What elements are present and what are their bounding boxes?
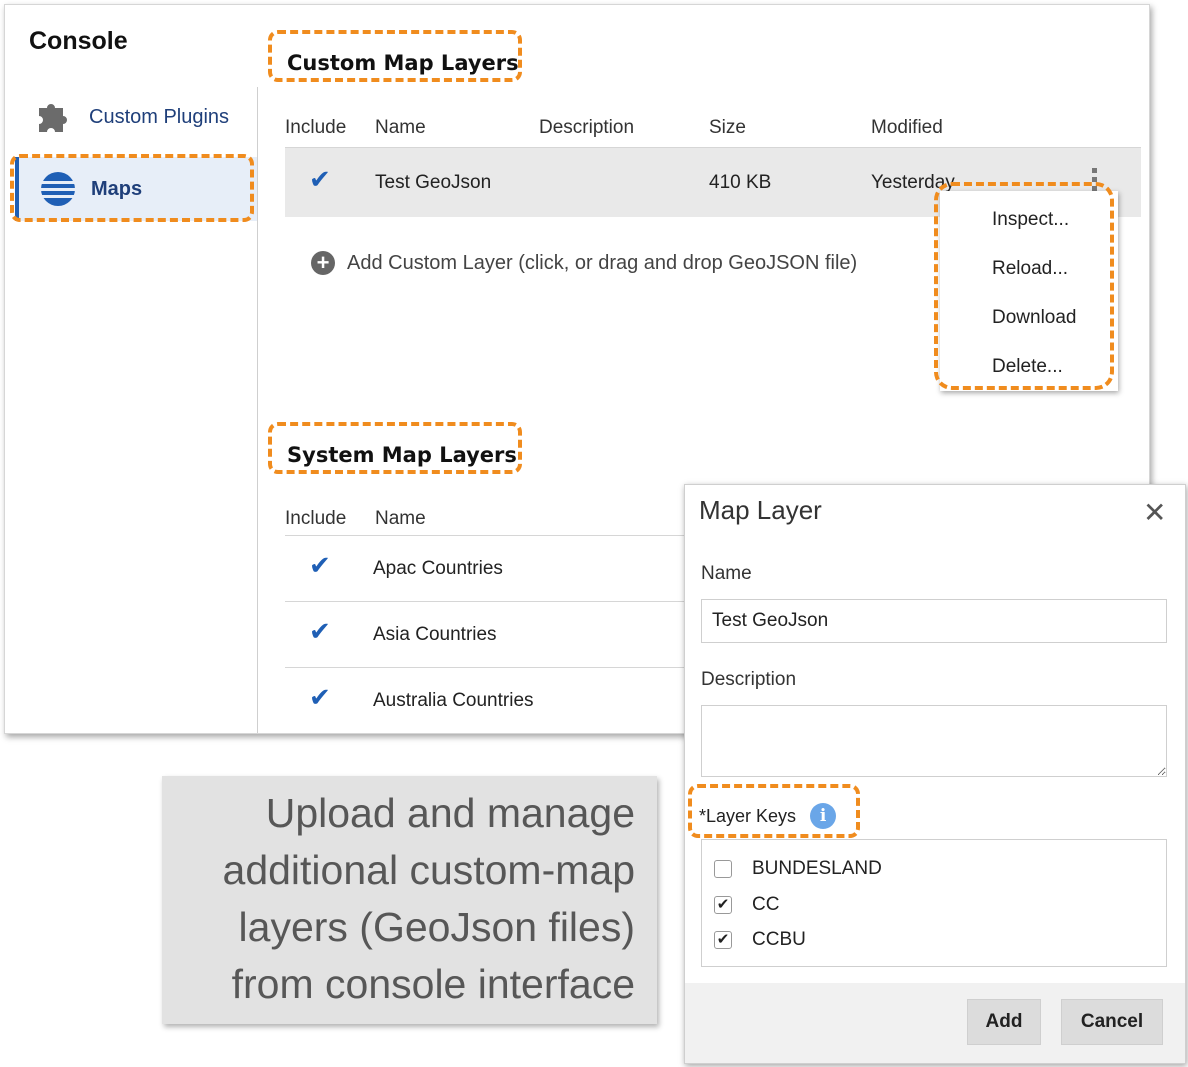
include-check-icon[interactable]: ✔ bbox=[309, 616, 331, 647]
dialog-title: Map Layer bbox=[699, 495, 822, 525]
add-custom-layer-button[interactable]: + Add Custom Layer (click, or drag and d… bbox=[311, 251, 857, 275]
table-row[interactable]: ✔ Apac Countries bbox=[285, 535, 705, 601]
layer-name: Test GeoJson bbox=[375, 172, 492, 193]
sidebar-divider bbox=[257, 87, 258, 733]
checkbox-checked[interactable]: ✔ bbox=[714, 896, 732, 914]
layer-name: Australia Countries bbox=[373, 690, 534, 711]
layer-keys-list: BUNDESLAND ✔ CC ✔ CCBU bbox=[701, 839, 1167, 967]
layer-key-item[interactable]: BUNDESLAND bbox=[714, 858, 882, 880]
include-check-icon[interactable]: ✔ bbox=[309, 164, 331, 195]
column-header-description: Description bbox=[539, 117, 635, 138]
column-header-name: Name bbox=[375, 508, 426, 529]
sidebar-item-custom-plugins[interactable]: Custom Plugins bbox=[35, 97, 229, 137]
table-row[interactable]: ✔ Australia Countries bbox=[285, 667, 705, 733]
custom-title-highlight-box bbox=[268, 30, 522, 82]
checkbox-checked[interactable]: ✔ bbox=[714, 931, 732, 949]
caption-line: additional custom-map bbox=[222, 847, 635, 893]
layer-key-label: BUNDESLAND bbox=[752, 858, 882, 879]
map-layer-dialog: Map Layer ✕ Name Description *Layer Keys… bbox=[684, 484, 1186, 1064]
maps-highlight-box bbox=[10, 154, 254, 222]
caption-line: Upload and manage bbox=[265, 790, 635, 836]
cancel-button[interactable]: Cancel bbox=[1061, 999, 1163, 1045]
checkbox[interactable] bbox=[714, 860, 732, 878]
name-input[interactable] bbox=[701, 599, 1167, 643]
layer-size: 410 KB bbox=[709, 172, 772, 193]
dialog-footer: Add Cancel bbox=[685, 983, 1185, 1063]
include-check-icon[interactable]: ✔ bbox=[309, 550, 331, 581]
column-header-modified: Modified bbox=[871, 117, 943, 138]
table-row[interactable]: ✔ Asia Countries bbox=[285, 601, 705, 667]
add-custom-layer-label: Add Custom Layer (click, or drag and dro… bbox=[347, 251, 858, 274]
caption-line: from console interface bbox=[231, 961, 635, 1007]
description-input[interactable] bbox=[701, 705, 1167, 777]
layer-key-label: CC bbox=[752, 894, 780, 915]
layer-key-label: CCBU bbox=[752, 929, 806, 950]
layer-key-item[interactable]: ✔ CCBU bbox=[714, 929, 806, 951]
layer-name: Asia Countries bbox=[373, 624, 497, 645]
caption-line: layers (GeoJson files) bbox=[238, 904, 635, 950]
name-label: Name bbox=[701, 563, 752, 584]
sidebar-item-label: Custom Plugins bbox=[89, 105, 230, 128]
include-check-icon[interactable]: ✔ bbox=[309, 682, 331, 713]
layer-key-item[interactable]: ✔ CC bbox=[714, 894, 779, 916]
column-header-name: Name bbox=[375, 117, 426, 138]
column-header-include: Include bbox=[285, 117, 347, 138]
plus-circle-icon: + bbox=[311, 251, 335, 275]
console-title: Console bbox=[29, 27, 128, 55]
caption-box: Upload and manage additional custom-map … bbox=[162, 776, 657, 1024]
system-title-highlight-box bbox=[268, 422, 522, 474]
menu-highlight-box bbox=[934, 182, 1114, 390]
add-button[interactable]: Add bbox=[967, 999, 1041, 1045]
close-icon[interactable]: ✕ bbox=[1143, 499, 1166, 527]
layer-keys-highlight-box bbox=[688, 784, 860, 838]
description-label: Description bbox=[701, 669, 797, 690]
column-header-size: Size bbox=[709, 117, 746, 138]
puzzle-icon bbox=[39, 104, 67, 132]
column-header-include: Include bbox=[285, 508, 347, 529]
layer-name: Apac Countries bbox=[373, 558, 503, 579]
